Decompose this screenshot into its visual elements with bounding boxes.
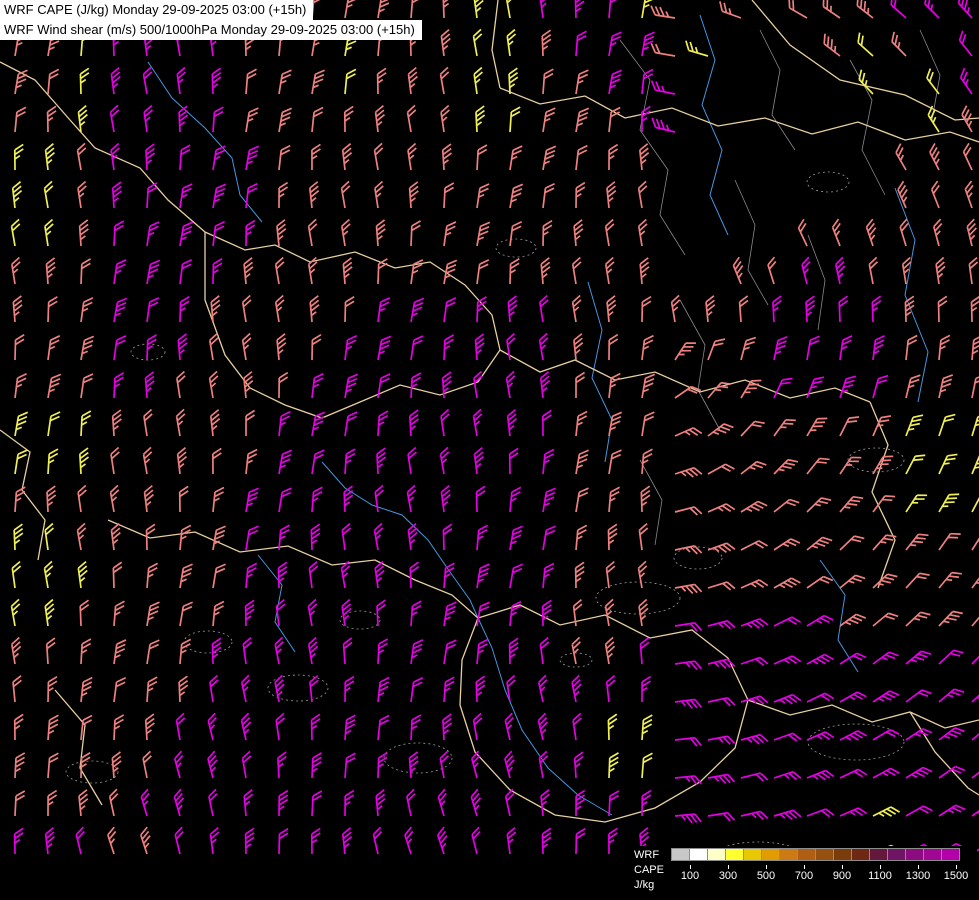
legend-color-box: [887, 848, 906, 861]
legend-param-label: CAPE: [634, 863, 664, 878]
map-background: [0, 0, 979, 900]
legend-color-box: [689, 848, 708, 861]
legend-color-box: [671, 848, 690, 861]
legend-color-box: [869, 848, 888, 861]
weather-map-app: WRF CAPE (J/kg) Monday 29-09-2025 03:00 …: [0, 0, 979, 900]
legend-tick: 100: [671, 865, 709, 882]
legend-color-box: [743, 848, 762, 861]
legend-tick: 900: [823, 865, 861, 882]
legend-tick-values: 100300500700900110013001500: [671, 865, 975, 882]
legend-tick: 1500: [937, 865, 975, 882]
legend-model-label: WRF: [634, 848, 664, 863]
legend-color-box: [923, 848, 942, 861]
legend-color-box: [797, 848, 816, 861]
legend-tick: 300: [709, 865, 747, 882]
legend-scale: 100300500700900110013001500: [671, 848, 975, 882]
legend-color-box: [833, 848, 852, 861]
weather-map: [0, 0, 979, 900]
legend-tick: 700: [785, 865, 823, 882]
legend-tick: 1100: [861, 865, 899, 882]
legend-tick: 1300: [899, 865, 937, 882]
cape-legend: WRF CAPE J/kg 10030050070090011001300150…: [629, 846, 977, 895]
legend-color-box: [707, 848, 726, 861]
legend-color-box: [761, 848, 780, 861]
map-titles: WRF CAPE (J/kg) Monday 29-09-2025 03:00 …: [0, 0, 422, 40]
title-wind-shear: WRF Wind shear (m/s) 500/1000hPa Monday …: [0, 20, 422, 40]
legend-unit-label: J/kg: [634, 878, 664, 893]
title-cape: WRF CAPE (J/kg) Monday 29-09-2025 03:00 …: [0, 0, 313, 20]
legend-color-box: [725, 848, 744, 861]
legend-color-box: [905, 848, 924, 861]
legend-label-column: WRF CAPE J/kg: [634, 848, 664, 893]
legend-colorbar: [671, 848, 975, 861]
legend-color-box: [815, 848, 834, 861]
legend-color-box: [779, 848, 798, 861]
legend-color-box: [941, 848, 960, 861]
legend-color-box: [851, 848, 870, 861]
legend-tick: 500: [747, 865, 785, 882]
